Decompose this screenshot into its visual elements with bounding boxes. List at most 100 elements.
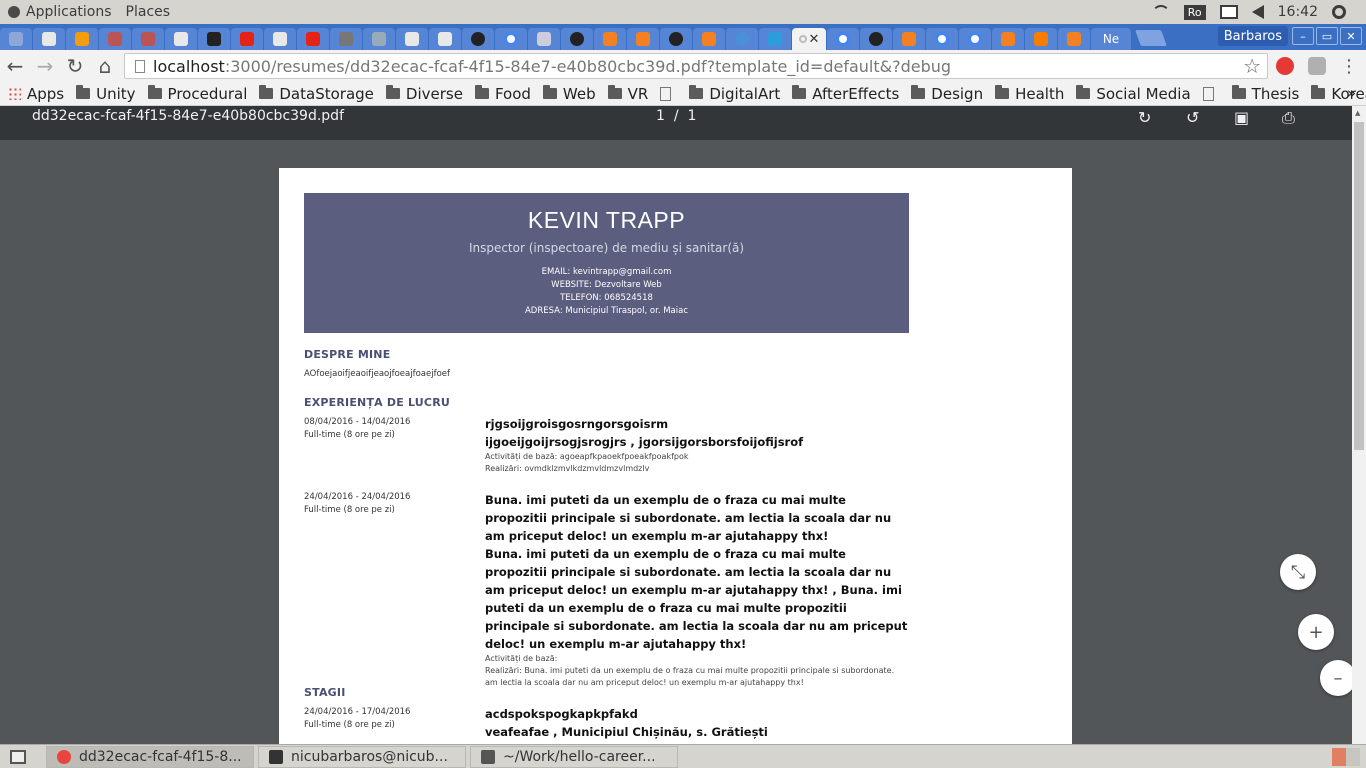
fit-to-page-button[interactable]: ⤡ (1280, 554, 1316, 590)
wifi-icon[interactable] (1151, 5, 1170, 19)
bookmark-folder[interactable]: DataStorage (259, 85, 374, 103)
browser-tab[interactable] (594, 28, 626, 50)
browser-tab[interactable] (693, 28, 725, 50)
browser-tab[interactable] (231, 28, 263, 50)
browser-tab[interactable] (893, 28, 925, 50)
download-icon[interactable]: ▣ (1234, 108, 1249, 127)
browser-tab[interactable]: Ne (1091, 28, 1131, 50)
bookmark-folder[interactable]: Design (911, 85, 983, 103)
clock[interactable]: 16:42 (1278, 4, 1318, 20)
browser-tab[interactable] (363, 28, 395, 50)
browser-tab-active[interactable]: ✕ (792, 28, 826, 50)
gear-icon[interactable] (1332, 5, 1346, 19)
address-bar[interactable]: localhost:3000/resumes/dd32ecac-fcaf-4f1… (124, 53, 1268, 79)
vertical-scrollbar[interactable]: ▲ (1352, 106, 1366, 744)
bookmarks-overflow-icon[interactable]: » (1347, 84, 1356, 102)
browser-tab[interactable] (495, 28, 527, 50)
taskbar-item-terminal[interactable]: nicubarbaros@nicub... (258, 745, 466, 768)
browser-tab[interactable] (396, 28, 428, 50)
browser-tab[interactable] (627, 28, 659, 50)
forward-button[interactable]: → (30, 52, 60, 80)
browser-tab[interactable] (1025, 28, 1057, 50)
bookmark-folder[interactable]: AfterEffects (792, 85, 899, 103)
zoom-in-button[interactable]: + (1298, 614, 1334, 650)
bookmark-folder[interactable]: Thesis (1231, 85, 1299, 103)
browser-tab[interactable] (959, 28, 991, 50)
browser-tab[interactable] (860, 28, 892, 50)
browser-tab[interactable] (132, 28, 164, 50)
browser-tab[interactable] (198, 28, 230, 50)
browser-tab[interactable] (0, 28, 32, 50)
bookmark-page[interactable] (1202, 86, 1220, 101)
minimize-button[interactable]: – (1292, 27, 1314, 45)
page-info-icon[interactable] (135, 59, 145, 73)
bookmark-folder[interactable]: VR (607, 84, 649, 103)
close-window-button[interactable]: ✕ (1340, 27, 1362, 45)
browser-tab[interactable] (297, 28, 329, 50)
volume-icon[interactable] (1251, 5, 1264, 19)
bookmark-folder[interactable]: DigitalArt (689, 85, 780, 103)
browser-tab[interactable] (926, 28, 958, 50)
scrollbar-thumb[interactable] (1354, 122, 1364, 450)
back-button[interactable]: ← (0, 52, 30, 80)
shield-extension-icon[interactable] (1308, 57, 1326, 75)
print-icon[interactable]: ⎙ (1282, 108, 1295, 128)
browser-tab[interactable] (561, 28, 593, 50)
bookmark-label: Social Media (1096, 84, 1191, 103)
browser-tab[interactable] (66, 28, 98, 50)
new-tab-button[interactable] (1135, 30, 1167, 46)
profile-button[interactable]: Barbaros (1217, 26, 1288, 46)
pdf-page: KEVIN TRAPP Inspector (inspectoare) de m… (279, 168, 1072, 744)
rotate-clockwise-icon[interactable]: ↻ (1138, 108, 1151, 127)
taskbar-item-chrome[interactable]: dd32ecac-fcaf-4f15-8... (46, 745, 254, 768)
window-controls: – ▭ ✕ (1292, 27, 1362, 45)
terminal-icon (269, 749, 283, 764)
github-icon (471, 32, 485, 46)
bookmark-apps[interactable]: Apps (8, 85, 64, 103)
maximize-button[interactable]: ▭ (1316, 27, 1338, 45)
browser-tab[interactable] (1058, 28, 1090, 50)
taskbar-item-editor[interactable]: ~/Work/hello-career... (470, 745, 678, 768)
scroll-up-icon[interactable]: ▲ (1355, 109, 1360, 117)
bookmark-folder[interactable]: Health (995, 85, 1064, 103)
folder-icon (1076, 85, 1091, 99)
browser-tab[interactable] (992, 28, 1024, 50)
browser-tab[interactable] (528, 28, 560, 50)
browser-tab[interactable] (827, 28, 859, 50)
opera-extension-icon[interactable] (1276, 57, 1294, 75)
browser-tab[interactable] (33, 28, 65, 50)
browser-tab[interactable] (165, 28, 197, 50)
applications-menu[interactable]: Applications (26, 4, 112, 20)
bookmark-star-icon[interactable]: ☆ (1243, 54, 1261, 78)
browser-tab[interactable] (759, 28, 791, 50)
bookmark-label: VR (627, 84, 649, 103)
close-tab-icon[interactable]: ✕ (809, 32, 820, 47)
bookmark-folder[interactable]: Korea (1311, 85, 1366, 103)
mail-icon[interactable] (1219, 5, 1238, 19)
browser-tab[interactable] (660, 28, 692, 50)
keyboard-layout-indicator[interactable]: Ro (1183, 4, 1206, 20)
home-button[interactable]: ⌂ (90, 52, 120, 80)
browser-tab[interactable] (264, 28, 296, 50)
bookmark-page[interactable] (660, 86, 677, 101)
chrome-menu-icon[interactable]: ⋮ (1340, 56, 1358, 77)
bookmark-folder[interactable]: Web (542, 85, 596, 103)
bookmark-folder[interactable]: Unity (76, 85, 136, 103)
ubuntu-logo-icon[interactable] (8, 6, 20, 18)
browser-tab[interactable] (99, 28, 131, 50)
places-menu[interactable]: Places (126, 4, 171, 20)
browser-tab[interactable] (330, 28, 362, 50)
bookmark-folder[interactable]: Food (474, 85, 531, 103)
page-current[interactable]: 1 (656, 108, 665, 124)
zoom-out-button[interactable]: – (1320, 660, 1356, 696)
reload-button[interactable]: ↻ (60, 52, 90, 80)
browser-tab[interactable] (429, 28, 461, 50)
rotate-counterclockwise-icon[interactable]: ↺ (1186, 108, 1199, 127)
bookmark-folder[interactable]: Social Media (1076, 84, 1191, 103)
workspace-switcher-icon[interactable] (1332, 748, 1360, 766)
show-desktop-icon[interactable] (10, 749, 26, 764)
browser-tab[interactable] (726, 28, 758, 50)
bookmark-folder[interactable]: Procedural (147, 85, 247, 103)
bookmark-folder[interactable]: Diverse (385, 85, 463, 103)
browser-tab[interactable] (462, 28, 494, 50)
